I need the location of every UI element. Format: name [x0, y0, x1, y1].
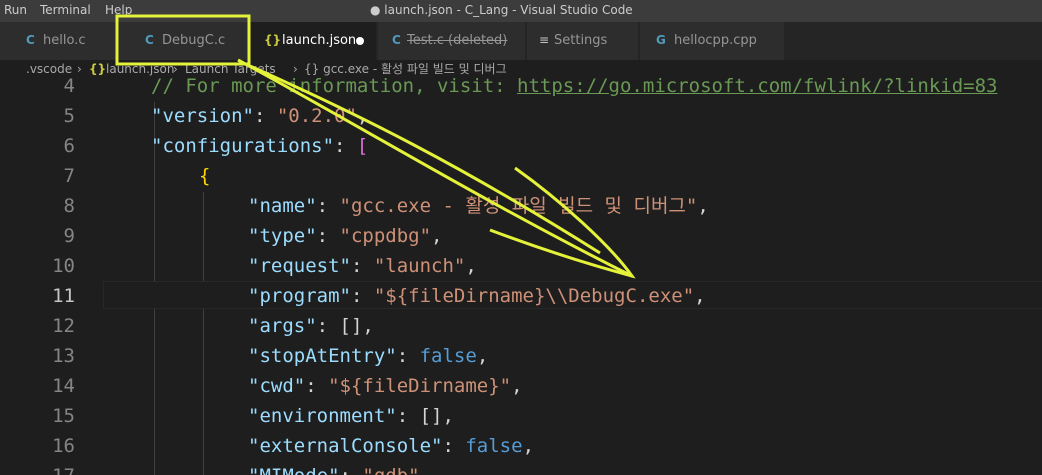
code-line: 9 "type": "cppdbg",	[0, 221, 1042, 251]
line-number: 17	[0, 461, 75, 475]
json-key: "environment"	[248, 405, 397, 427]
tab-label: launch.json	[282, 33, 357, 48]
json-key: "configurations"	[151, 135, 335, 157]
line-number: 5	[63, 105, 75, 127]
json-key: "stopAtEntry"	[248, 345, 397, 367]
line-number: 14	[52, 375, 75, 397]
tab-label: Settings	[554, 33, 608, 48]
breadcrumb-section[interactable]: Launch Targets	[185, 60, 276, 78]
tab-label: hello.c	[43, 33, 86, 48]
json-key: "request"	[248, 255, 351, 277]
line-number: 7	[63, 165, 75, 187]
line-number: 6	[63, 135, 75, 157]
code-line-current: 11 "program": "${fileDirname}\\DebugC.ex…	[0, 281, 1042, 311]
breadcrumb-item[interactable]: {} gcc.exe - 활성 파일 빌드 및 디버그	[304, 60, 507, 78]
json-value: "cppdbg"	[339, 225, 432, 247]
json-value: "${fileDirname}"	[328, 375, 512, 397]
tab-launch-json[interactable]: {} launch.json	[250, 22, 377, 60]
bracket: [	[356, 135, 369, 157]
bracket: {	[199, 165, 211, 187]
line-number: 10	[52, 255, 75, 277]
code-line: 12 "args": [],	[0, 311, 1042, 341]
code-line: 15 "environment": [],	[0, 401, 1042, 431]
json-key: "type"	[248, 225, 317, 247]
json-value: []	[419, 405, 443, 427]
tab-hellocpp-cpp[interactable]: G hellocpp.cpp	[640, 22, 785, 60]
breadcrumb-file[interactable]: launch.json	[106, 60, 174, 78]
json-value: "${fileDirname}\\DebugC.exe"	[373, 285, 695, 307]
code-line: 5 "version": "0.2.0",	[0, 101, 1042, 131]
tab-hello-c[interactable]: C hello.c	[0, 22, 118, 60]
c-file-icon: C	[392, 33, 401, 47]
breadcrumb: .vscode › {} launch.json › Launch Target…	[0, 60, 1042, 78]
code-line: 14 "cwd": "${fileDirname}",	[0, 371, 1042, 401]
tab-label: DebugC.c	[162, 33, 226, 48]
code-line: 8 "name": "gcc.exe - 활성 파일 빌드 및 디버그",	[0, 191, 1042, 221]
json-key: "program"	[248, 285, 351, 307]
info-link[interactable]: https://go.microsoft.com/fwlink/?linkid=…	[517, 75, 997, 97]
json-value: "0.2.0"	[276, 105, 357, 127]
code-line: 13 "stopAtEntry": false,	[0, 341, 1042, 371]
json-key: "cwd"	[248, 375, 306, 397]
comment: // For more information, visit:	[151, 75, 518, 97]
json-value: false	[465, 435, 523, 457]
title-bar: Run Terminal Help ● launch.json - C_Lang…	[0, 0, 1042, 22]
tab-debugc-c[interactable]: C DebugC.c	[119, 22, 249, 60]
json-value: "gdb"	[362, 465, 419, 475]
c-file-icon: C	[26, 33, 35, 47]
chevron-right-icon: ›	[77, 62, 82, 76]
json-icon: {}	[89, 62, 107, 76]
code-line: 7 {	[0, 161, 1042, 191]
code-line: 10 "request": "launch",	[0, 251, 1042, 281]
settings-icon: ≡	[539, 33, 550, 47]
json-key: "name"	[248, 195, 317, 217]
chevron-right-icon: ›	[293, 62, 298, 76]
code-line: 16 "externalConsole": false,	[0, 431, 1042, 461]
json-key: "version"	[151, 105, 254, 127]
line-number: 9	[63, 225, 75, 247]
chevron-right-icon: ›	[173, 62, 178, 76]
code-line: 6 "configurations": [	[0, 131, 1042, 161]
json-key: "MIMode"	[248, 465, 340, 475]
json-value: false	[419, 345, 477, 367]
json-value: "launch"	[373, 255, 466, 277]
tab-bar: C hello.c C DebugC.c {} launch.json C Te…	[0, 22, 1042, 60]
line-number: 16	[52, 435, 75, 457]
tab-label: Test.c (deleted)	[407, 33, 508, 48]
code-editor[interactable]: 4 // For more information, visit: https:…	[0, 72, 1042, 475]
line-number: 8	[63, 195, 75, 217]
tab-label: hellocpp.cpp	[674, 33, 757, 48]
unsaved-dot-icon[interactable]	[356, 37, 364, 45]
code-line: 17 "MIMode": "gdb",	[0, 461, 1042, 475]
c-file-icon: C	[145, 33, 154, 47]
json-value: "gcc.exe - 활성 파일 빌드 및 디버그"	[339, 195, 698, 217]
window-title: ● launch.json - C_Lang - Visual Studio C…	[370, 3, 633, 17]
json-value: []	[339, 315, 363, 337]
line-number: 13	[52, 345, 75, 367]
tab-test-c-deleted[interactable]: C Test.c (deleted)	[378, 22, 526, 60]
json-key: "externalConsole"	[248, 435, 443, 457]
line-number: 11	[52, 285, 75, 307]
json-key: "args"	[248, 315, 317, 337]
tab-settings[interactable]: ≡ Settings	[527, 22, 639, 60]
line-number: 15	[52, 405, 75, 427]
cpp-file-icon: G	[656, 33, 666, 47]
line-number: 12	[52, 315, 75, 337]
json-file-icon: {}	[264, 33, 282, 47]
breadcrumb-folder[interactable]: .vscode	[26, 60, 72, 78]
